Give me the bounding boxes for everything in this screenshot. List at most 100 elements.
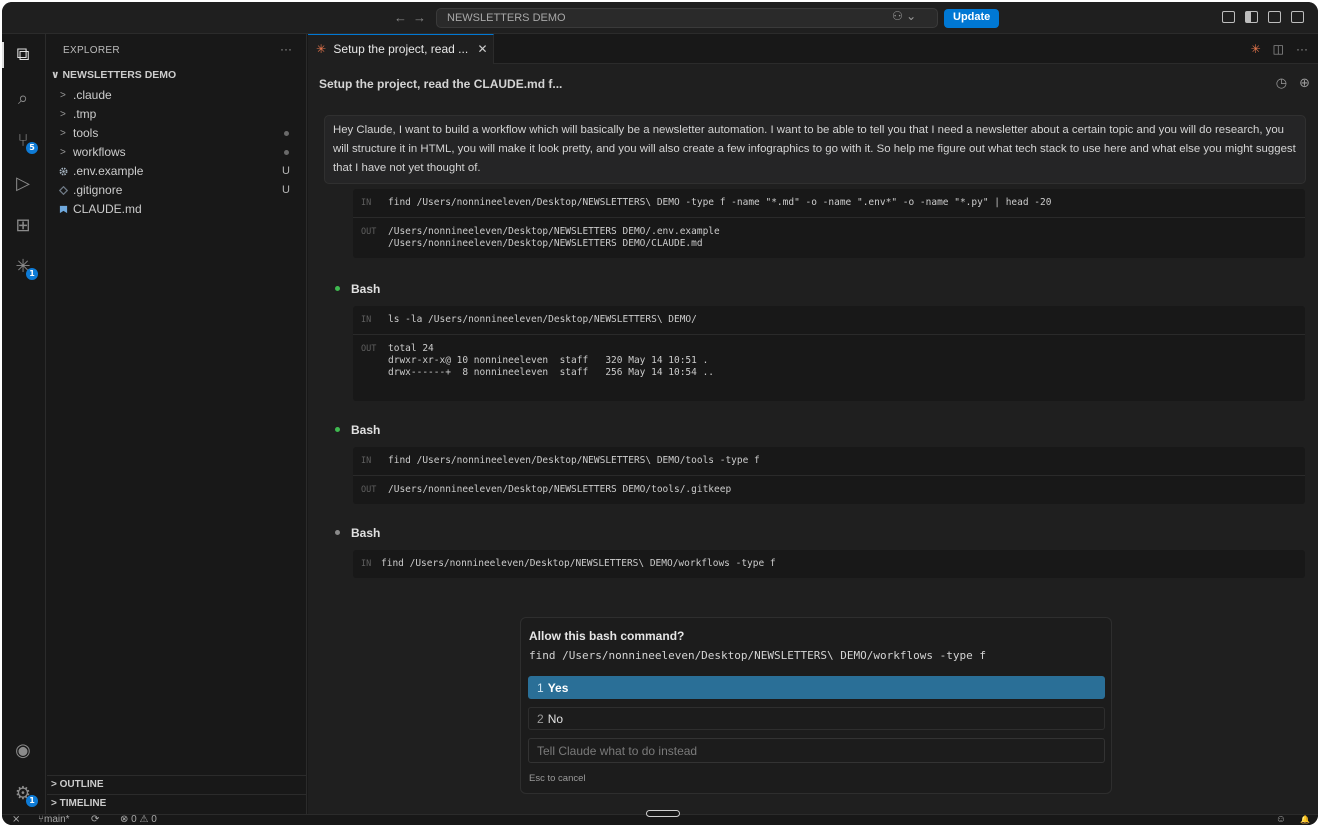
- bash-title: Bash: [351, 423, 381, 437]
- branch-name: main*: [44, 814, 70, 825]
- update-button[interactable]: Update: [944, 9, 1000, 28]
- in-tag: IN: [361, 559, 372, 569]
- tree-item-label: .env.example: [73, 164, 144, 178]
- copilot-icon[interactable]: ⚇ ⌄: [892, 9, 916, 23]
- window-resize-handle: [646, 810, 680, 817]
- chevron-right-icon: >: [51, 779, 57, 790]
- instead-input[interactable]: Tell Claude what to do instead: [528, 738, 1105, 763]
- esc-hint: Esc to cancel: [529, 773, 586, 784]
- yes-option[interactable]: 1 Yes: [528, 676, 1105, 699]
- history-icon[interactable]: ◷: [1276, 75, 1287, 91]
- chevron-right-icon: >: [51, 798, 57, 809]
- tree-item-workflows-folder[interactable]: > workflows: [47, 143, 306, 162]
- claude-spark-icon: ✳: [316, 42, 327, 56]
- active-indicator: [2, 42, 4, 68]
- timeline-label: TIMELINE: [59, 798, 107, 809]
- timeline-section[interactable]: > TIMELINE: [47, 794, 306, 813]
- tab-actions: ✳ ◫ ···: [1251, 42, 1308, 56]
- bash-title: Bash: [351, 282, 381, 296]
- claude-icon[interactable]: ✳ 1: [12, 255, 38, 280]
- back-arrow-icon[interactable]: ←: [394, 10, 413, 25]
- tool-output-row: OUT/Users/nonnineeleven/Desktop/NEWSLETT…: [353, 218, 1305, 258]
- out-tag: OUT: [361, 344, 377, 354]
- customize-layout-icon[interactable]: [1222, 11, 1235, 23]
- tool-output-text: total 24 drwxr-xr-x@ 10 nonnineeleven st…: [388, 343, 715, 378]
- toggle-panel-icon[interactable]: [1268, 11, 1281, 23]
- gear-icon: [59, 167, 68, 176]
- editor-area: ✳ Setup the project, read ... ✕ ✳ ◫ ··· …: [308, 34, 1318, 814]
- tool-call-block: IN ls -la /Users/nonnineeleven/Desktop/NE…: [353, 306, 1305, 401]
- search-icon[interactable]: ⌕: [12, 87, 34, 109]
- explorer-icon[interactable]: ⧉: [12, 43, 34, 65]
- out-tag: OUT: [361, 227, 377, 237]
- source-control-badge: 5: [26, 142, 38, 154]
- command-center-search[interactable]: NEWSLETTERS DEMO: [436, 8, 938, 28]
- toggle-primary-sidebar-icon[interactable]: [1245, 11, 1258, 23]
- in-tag: IN: [361, 456, 372, 466]
- toggle-secondary-sidebar-icon[interactable]: [1291, 11, 1304, 23]
- settings-icon[interactable]: ⚙ 1: [12, 782, 38, 807]
- tree-item-tools-folder[interactable]: > tools: [47, 124, 306, 143]
- tree-item-label: .gitignore: [73, 183, 123, 197]
- branch-indicator[interactable]: ⑂main*: [38, 814, 70, 825]
- tree-item-claude-md[interactable]: CLAUDE.md: [47, 200, 306, 219]
- untracked-status: U: [282, 165, 290, 177]
- tree-item-label: .tmp: [73, 107, 97, 121]
- chevron-right-icon: >: [60, 109, 66, 120]
- tool-input-row: IN find /Users/nonnineeleven/Desktop/NEWS…: [353, 189, 1305, 218]
- tool-input-text: find /Users/nonnineeleven/Desktop/NEWSLE…: [388, 197, 1052, 208]
- more-actions-icon[interactable]: ···: [280, 42, 292, 56]
- title-bar: ←→ NEWSLETTERS DEMO ⚇ ⌄ Update: [2, 2, 1318, 34]
- tree-item-claude-folder[interactable]: > .claude: [47, 86, 306, 105]
- status-dot: [335, 427, 340, 433]
- tree-item-label: CLAUDE.md: [73, 202, 142, 216]
- run-debug-icon[interactable]: ▷: [12, 172, 34, 194]
- modified-dot: [284, 131, 289, 136]
- tree-item-gitignore[interactable]: .gitignore U: [47, 181, 306, 200]
- remote-icon[interactable]: ⨯: [12, 814, 20, 825]
- bash-title: Bash: [351, 526, 381, 540]
- extensions-icon[interactable]: ⊞: [12, 214, 34, 236]
- no-option[interactable]: 2 No: [528, 707, 1105, 730]
- split-editor-icon[interactable]: ◫: [1273, 42, 1284, 56]
- chevron-down-icon: ∨: [51, 69, 60, 81]
- new-conversation-icon[interactable]: ⊕: [1299, 75, 1310, 91]
- claude-spark-icon[interactable]: ✳: [1251, 42, 1261, 56]
- account-icon[interactable]: ◉: [12, 739, 34, 761]
- problems-indicator[interactable]: ⊗ 0 ⚠ 0: [120, 814, 157, 825]
- tool-input-row: IN find /Users/nonnineeleven/Desktop/NEWS…: [353, 447, 1305, 476]
- sync-icon[interactable]: ⟳: [91, 814, 99, 825]
- tab-claude-session[interactable]: ✳ Setup the project, read ... ✕: [308, 34, 494, 64]
- tool-input-text: find /Users/nonnineeleven/Desktop/NEWSLE…: [381, 558, 776, 569]
- more-actions-icon[interactable]: ···: [1296, 42, 1308, 56]
- out-tag: OUT: [361, 485, 377, 495]
- chevron-right-icon: >: [60, 90, 66, 101]
- option-label: Yes: [547, 681, 569, 695]
- copilot-status-icon[interactable]: ☺: [1276, 814, 1286, 825]
- bash-step-header[interactable]: Bash: [335, 423, 380, 437]
- workspace-root-folder[interactable]: ∨ NEWSLETTERS DEMO: [51, 69, 176, 81]
- option-number: 2: [537, 712, 544, 726]
- explorer-header: EXPLORER: [63, 45, 120, 56]
- nav-arrows: ←→: [394, 10, 432, 25]
- bash-step-header[interactable]: Bash: [335, 526, 380, 540]
- forward-arrow-icon[interactable]: →: [413, 10, 432, 25]
- option-label: No: [547, 712, 564, 726]
- close-icon[interactable]: ✕: [478, 42, 488, 56]
- source-control-icon[interactable]: ⑂ 5: [12, 129, 38, 154]
- bash-step-header[interactable]: Bash: [335, 282, 380, 296]
- tool-output-row[interactable]: OUT total 24 drwxr-xr-x@ 10 nonnineeleven…: [353, 335, 1305, 401]
- bell-icon[interactable]: 🔔: [1300, 815, 1310, 824]
- tab-bar: ✳ Setup the project, read ... ✕ ✳ ◫ ···: [308, 34, 1318, 64]
- tool-output-text: /Users/nonnineeleven/Desktop/NEWSLETTERS…: [388, 226, 720, 249]
- tool-input-row: IN ls -la /Users/nonnineeleven/Desktop/NE…: [353, 306, 1305, 335]
- option-number: 1: [537, 681, 544, 695]
- tree-item-env-example[interactable]: .env.example U: [47, 162, 306, 181]
- tree-item-label: workflows: [73, 145, 126, 159]
- layout-controls: [1222, 11, 1304, 23]
- tab-label: Setup the project, read ...: [333, 42, 469, 56]
- chevron-right-icon: >: [60, 128, 66, 139]
- outline-section[interactable]: > OUTLINE: [47, 775, 306, 794]
- tree-item-tmp-folder[interactable]: > .tmp: [47, 105, 306, 124]
- permission-dialog: Allow this bash command? find /Users/non…: [520, 617, 1112, 794]
